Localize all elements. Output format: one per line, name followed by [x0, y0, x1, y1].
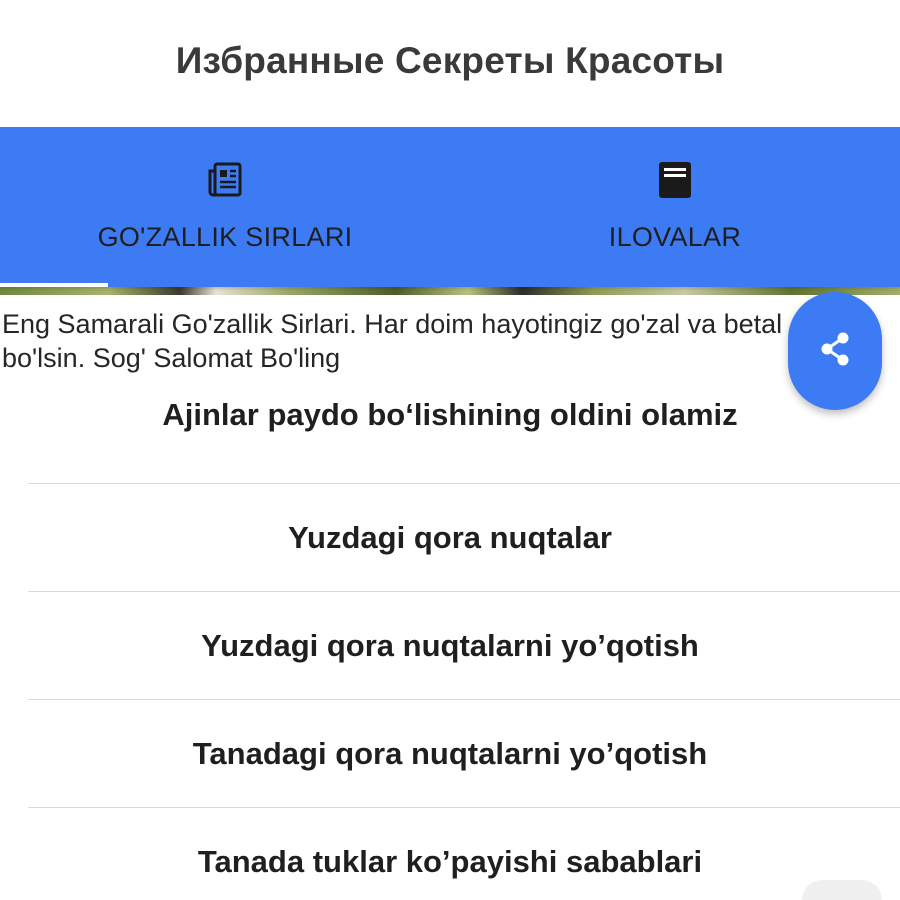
tab-label: ILOVALAR — [608, 222, 742, 252]
page-title: Избранные Секреты Красоты — [175, 39, 725, 81]
article-list: Ajinlar paydo bo‘lishining oldini olamiz… — [0, 397, 900, 900]
tab-gozallik-sirlari[interactable]: GO'ZALLIK SIRLARI — [0, 127, 450, 287]
list-item[interactable]: Tanada tuklar ko’payishi sabablari — [0, 808, 900, 900]
app-header: Избранные Секреты Красоты — [0, 0, 900, 127]
intro-line: bo'lsin. Sog' Salomat Bo'ling — [2, 343, 341, 373]
share-icon — [816, 330, 854, 373]
tab-bar: GO'ZALLIK SIRLARI ILOVALAR — [0, 127, 900, 287]
list-item[interactable]: Yuzdagi qora nuqtalarni yo’qotish — [0, 592, 900, 699]
intro-line: Eng Samarali Go'zallik Sirlari. Har doim… — [2, 309, 783, 339]
list-item[interactable]: Yuzdagi qora nuqtalar — [0, 484, 900, 591]
intro-text: Eng Samarali Go'zallik Sirlari. Har doim… — [0, 295, 900, 375]
app-screen: Избранные Секреты Красоты GO'ZALLIK SIRL… — [0, 0, 900, 900]
list-item[interactable]: Ajinlar paydo bo‘lishining oldini olamiz — [0, 397, 900, 483]
newspaper-icon — [205, 160, 245, 200]
scroll-hint-shadow — [802, 880, 882, 900]
tab-label: GO'ZALLIK SIRLARI — [97, 222, 353, 252]
share-button[interactable] — [788, 292, 882, 410]
tab-ilovalar[interactable]: ILOVALAR — [450, 127, 900, 287]
banner-image — [0, 287, 900, 295]
list-item[interactable]: Tanadagi qora nuqtalarni yo’qotish — [0, 700, 900, 807]
selected-tab-indicator — [0, 283, 108, 287]
document-icon — [655, 160, 695, 200]
